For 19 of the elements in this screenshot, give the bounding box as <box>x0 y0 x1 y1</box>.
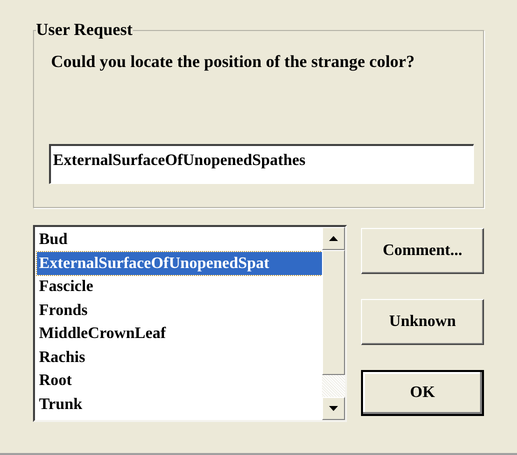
list-item[interactable]: ExternalSurfaceOfUnopenedSpat <box>37 252 322 275</box>
scroll-down-button[interactable] <box>322 397 345 420</box>
dialog-button[interactable]: OK <box>361 370 484 416</box>
question-text: Could you locate the position of the strange color? <box>50 51 416 73</box>
scroll-thumb[interactable] <box>322 250 345 375</box>
list-item[interactable]: Fronds <box>37 298 322 322</box>
dialog-button[interactable]: Unknown <box>361 299 484 345</box>
list-item[interactable]: Trunk <box>37 392 322 416</box>
up-arrow-icon <box>329 236 338 241</box>
scroll-up-button[interactable] <box>322 227 345 250</box>
list-item[interactable]: Root <box>37 369 322 392</box>
list-item[interactable]: Fascicle <box>37 275 322 298</box>
down-arrow-icon <box>329 406 338 411</box>
dialog-button[interactable]: Comment... <box>361 228 484 274</box>
list-item[interactable]: MiddleCrownLeaf <box>37 322 322 346</box>
answer-field[interactable]: ExternalSurfaceOfUnopenedSpathes <box>49 144 474 184</box>
scrollbar[interactable] <box>322 227 345 420</box>
list-item[interactable]: Bud <box>37 228 322 252</box>
list-item[interactable]: Rachis <box>37 346 322 369</box>
